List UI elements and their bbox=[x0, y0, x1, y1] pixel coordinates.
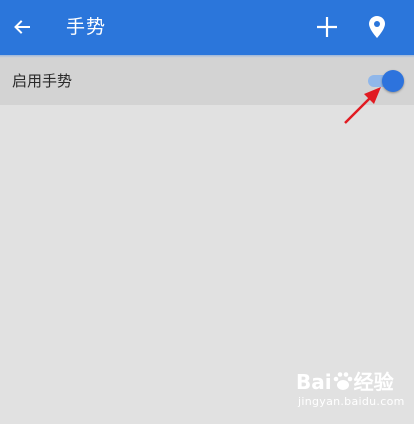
watermark: Bai 经验 jingyan.baidu.com bbox=[296, 370, 408, 414]
watermark-logo: Bai 经验 bbox=[296, 370, 394, 394]
location-button[interactable] bbox=[364, 12, 390, 42]
enable-gesture-switch[interactable] bbox=[368, 70, 406, 92]
paw-icon bbox=[333, 372, 352, 390]
watermark-url: jingyan.baidu.com bbox=[298, 395, 405, 408]
setting-label: 启用手势 bbox=[12, 72, 73, 90]
arrow-left-icon bbox=[14, 20, 30, 34]
switch-thumb bbox=[382, 70, 404, 92]
plus-icon bbox=[317, 17, 337, 37]
app-bar: 手势 bbox=[0, 0, 414, 55]
map-pin-icon bbox=[369, 16, 385, 38]
add-button[interactable] bbox=[313, 13, 341, 41]
back-button[interactable] bbox=[8, 13, 36, 41]
page-title: 手势 bbox=[66, 16, 107, 38]
setting-row-enable-gesture[interactable]: 启用手势 bbox=[0, 58, 414, 105]
